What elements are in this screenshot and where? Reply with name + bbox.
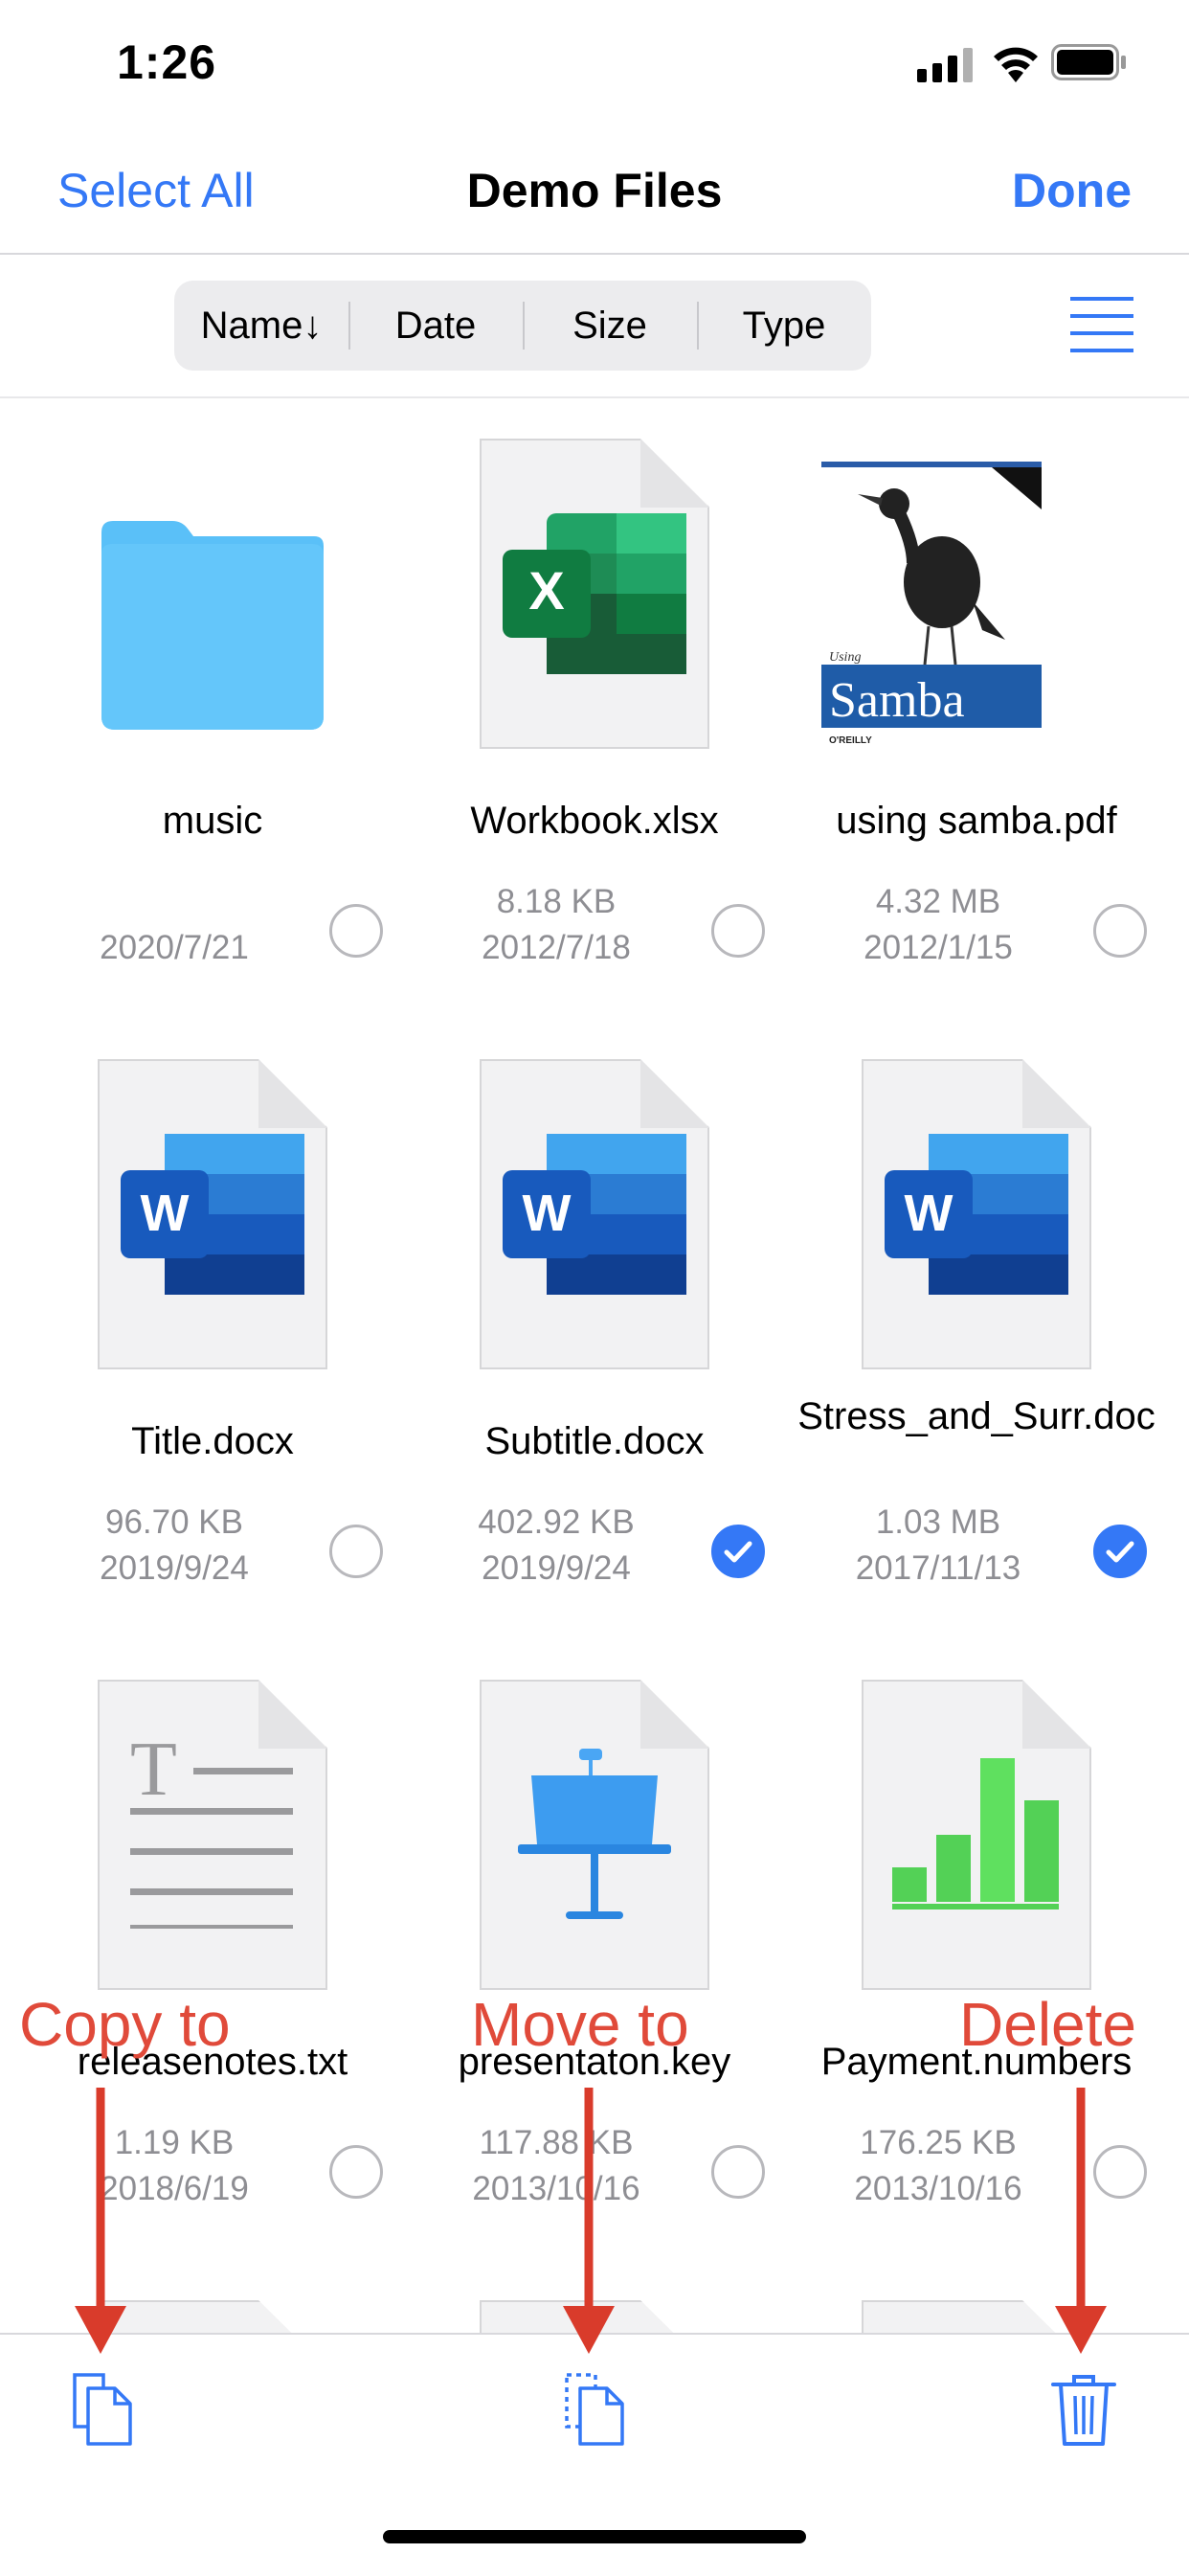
folder-icon xyxy=(101,521,324,730)
document-thumbnail: W xyxy=(480,1059,709,1369)
annotation-arrow-copy xyxy=(75,2088,126,2354)
annotation-move-label: Move to xyxy=(471,1990,689,2059)
file-name: Workbook.xlsx xyxy=(470,800,719,842)
keynote-icon xyxy=(518,1749,671,1919)
file-date: 2017/11/13 xyxy=(855,1549,1021,1587)
file-cell-subtitle-docx[interactable]: W Subtitle.docx 402.92 KB 2019/9/24 xyxy=(403,1021,786,1634)
annotation-delete-label: Delete xyxy=(959,1990,1136,2059)
pdf-cover-subtitle: Using xyxy=(829,650,861,665)
trash-icon[interactable] xyxy=(1049,2371,1118,2448)
pdf-cover-thumbnail: Using Samba O'REILLY xyxy=(800,439,1045,749)
checkmark-icon xyxy=(724,1541,752,1563)
home-indicator xyxy=(383,2530,806,2543)
document-thumbnail: W xyxy=(98,1059,327,1369)
word-icon: W xyxy=(885,1134,1068,1295)
select-checkbox[interactable] xyxy=(711,1525,765,1578)
select-checkbox[interactable] xyxy=(329,1525,383,1578)
select-checkbox[interactable] xyxy=(1093,1525,1147,1578)
sort-segmented-control: Name↓ Date Size Type xyxy=(174,281,871,371)
annotation-copy-label: Copy to xyxy=(19,1990,231,2059)
word-icon: W xyxy=(503,1134,686,1295)
excel-icon: X xyxy=(503,513,686,674)
numbers-chart-icon xyxy=(892,1758,1059,1909)
done-button[interactable]: Done xyxy=(1012,163,1132,218)
battery-icon xyxy=(1051,44,1126,80)
file-size: 1.03 MB xyxy=(875,1503,1001,1541)
file-size: 176.25 KB xyxy=(860,2124,1017,2161)
sort-by-name[interactable]: Name↓ xyxy=(174,281,348,371)
document-thumbnail: X xyxy=(480,439,709,749)
page-title: Demo Files xyxy=(466,164,723,217)
file-cell-music[interactable]: music 2020/7/21 xyxy=(21,400,404,1013)
word-icon: W xyxy=(121,1134,304,1295)
annotation-arrow-move xyxy=(563,2088,615,2354)
wifi-icon xyxy=(994,47,1038,82)
move-icon[interactable] xyxy=(561,2371,630,2448)
svg-text:T: T xyxy=(130,1737,177,1812)
text-file-icon: T xyxy=(130,1737,293,1929)
document-thumbnail: W xyxy=(862,1059,1091,1369)
document-thumbnail xyxy=(480,1680,709,1990)
file-date: 2019/9/24 xyxy=(100,1549,249,1587)
file-date: 2019/9/24 xyxy=(482,1549,631,1587)
file-name: Stress_and_Surr.doc xyxy=(797,1395,1155,1437)
file-name: Subtitle.docx xyxy=(484,1420,705,1462)
copy-icon[interactable] xyxy=(69,2371,138,2448)
file-name: using samba.pdf xyxy=(836,800,1117,842)
select-checkbox[interactable] xyxy=(1093,904,1147,958)
pdf-cover-title: Samba xyxy=(829,673,965,728)
list-view-icon[interactable] xyxy=(1070,297,1133,352)
select-checkbox[interactable] xyxy=(329,2145,383,2199)
status-time: 1:26 xyxy=(117,35,217,89)
document-thumbnail: T xyxy=(98,1680,327,1990)
select-checkbox[interactable] xyxy=(329,904,383,958)
pdf-cover-publisher: O'REILLY xyxy=(829,735,872,746)
cellular-signal-icon xyxy=(917,48,973,82)
sort-by-size[interactable]: Size xyxy=(523,281,697,371)
sort-by-type[interactable]: Type xyxy=(697,281,871,371)
svg-text:X: X xyxy=(528,560,564,621)
file-cell-samba-pdf[interactable]: Using Samba O'REILLY using samba.pdf 4.3… xyxy=(785,400,1168,1013)
sort-by-date[interactable]: Date xyxy=(348,281,523,371)
file-name: music xyxy=(162,800,263,842)
file-cell-workbook[interactable]: X Workbook.xlsx 8.18 KB 2012/7/18 xyxy=(403,400,786,1013)
file-name: Title.docx xyxy=(131,1420,294,1462)
document-thumbnail xyxy=(862,1680,1091,1990)
select-checkbox[interactable] xyxy=(711,2145,765,2199)
file-date: 2020/7/21 xyxy=(100,929,249,966)
select-checkbox[interactable] xyxy=(711,904,765,958)
file-cell-stress-doc[interactable]: W Stress_and_Surr.doc 1.03 MB 2017/11/13 xyxy=(785,1021,1168,1634)
file-date: 2013/10/16 xyxy=(854,2170,1022,2207)
file-size: 4.32 MB xyxy=(875,883,1001,920)
annotation-arrow-delete xyxy=(1055,2088,1107,2354)
svg-text:W: W xyxy=(523,1185,572,1242)
file-size: 402.92 KB xyxy=(478,1503,635,1541)
svg-text:W: W xyxy=(141,1185,190,1242)
file-size: 8.18 KB xyxy=(496,883,617,920)
svg-text:W: W xyxy=(905,1185,953,1242)
file-size: 96.70 KB xyxy=(105,1503,243,1541)
file-date: 2012/7/18 xyxy=(482,929,631,966)
checkmark-icon xyxy=(1106,1541,1134,1563)
file-cell-title-docx[interactable]: W Title.docx 96.70 KB 2019/9/24 xyxy=(21,1021,404,1634)
file-date: 2012/1/15 xyxy=(864,929,1013,966)
